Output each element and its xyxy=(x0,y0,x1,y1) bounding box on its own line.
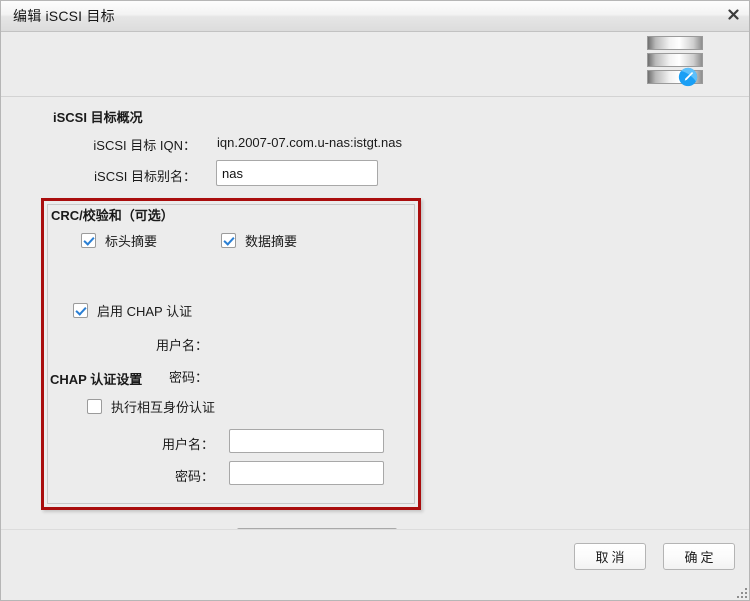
checkbox-mutual-auth-label: 执行相互身份认证 xyxy=(111,400,216,415)
ok-button[interactable]: 确定 xyxy=(663,543,735,570)
resize-grip-icon[interactable] xyxy=(735,586,747,598)
chap-password-input[interactable] xyxy=(229,461,384,485)
iqn-label: iSCSI 目标 IQN： xyxy=(93,138,196,153)
chap-username-input[interactable] xyxy=(229,429,384,453)
checkbox-data-digest-label: 数据摘要 xyxy=(245,234,298,249)
close-icon[interactable] xyxy=(723,6,743,26)
chap-username-label: 用户名： xyxy=(155,338,208,353)
dialog-banner xyxy=(1,32,749,97)
close-glyph xyxy=(727,9,739,20)
overview-section-title: iSCSI 目标概况 xyxy=(53,110,143,125)
checkbox-header-digest-label: 标头摘要 xyxy=(105,234,158,249)
chap-password-label: 密码： xyxy=(168,370,208,385)
dialog-body: iSCSI 目标概况 iSCSI 目标 IQN： iqn.2007-07.com… xyxy=(1,97,749,584)
checkbox-enable-chap-box[interactable] xyxy=(73,303,88,318)
disk-slice-middle xyxy=(647,53,703,67)
iscsi-target-edit-icon xyxy=(647,36,705,87)
iqn-value: iqn.2007-07.com.u-nas:istgt.nas xyxy=(217,135,402,150)
disk-slice-top xyxy=(647,36,703,50)
checkbox-header-digest-box[interactable] xyxy=(81,233,96,248)
dialog-footer: 取消 确定 xyxy=(1,529,749,600)
checkbox-enable-chap-label: 启用 CHAP 认证 xyxy=(97,304,193,319)
checkbox-header-digest[interactable]: 标头摘要 xyxy=(81,231,157,250)
alias-label: iSCSI 目标别名： xyxy=(94,169,196,184)
mutual-username-label: 用户名： xyxy=(161,437,214,452)
checkbox-enable-chap[interactable]: 启用 CHAP 认证 xyxy=(73,301,192,320)
checkbox-mutual-auth[interactable]: 执行相互身份认证 xyxy=(87,397,215,416)
mutual-password-label: 密码： xyxy=(174,469,214,484)
checkbox-mutual-auth-box[interactable] xyxy=(87,399,102,414)
checkbox-data-digest-box[interactable] xyxy=(221,233,236,248)
edit-iscsi-target-dialog: 编辑 iSCSI 目标 iSCSI 目标概况 iSCSI 目标 IQN： iqn… xyxy=(0,0,750,601)
pencil-badge-icon xyxy=(678,67,698,87)
window-title: 编辑 iSCSI 目标 xyxy=(13,8,115,24)
title-bar: 编辑 iSCSI 目标 xyxy=(1,1,749,32)
alias-input[interactable] xyxy=(216,160,378,186)
cancel-button[interactable]: 取消 xyxy=(574,543,646,570)
crc-section-title: CRC/校验和（可选） xyxy=(51,208,174,223)
checkbox-data-digest[interactable]: 数据摘要 xyxy=(221,231,297,250)
